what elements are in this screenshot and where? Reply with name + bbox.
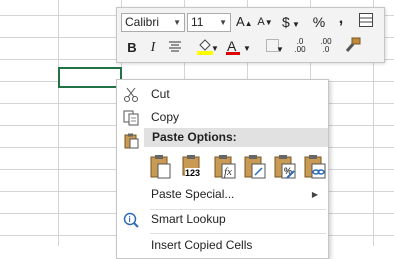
chevron-right-icon: ▶ — [311, 190, 318, 199]
paste-values-button[interactable]: 123 — [181, 154, 207, 182]
paste-formatting-button[interactable]: % — [273, 154, 299, 182]
bold-button[interactable]: B — [125, 39, 139, 57]
bold-label: B — [127, 40, 137, 55]
scissors-icon — [124, 87, 138, 102]
transpose-icon — [244, 155, 266, 179]
percent-label: % — [312, 14, 326, 30]
svg-text:i: i — [129, 215, 131, 224]
font-color-swatch — [226, 52, 240, 55]
chevron-down-icon: ▼ — [173, 18, 181, 27]
format-painter-button[interactable] — [343, 37, 363, 58]
menu-item-paste-special[interactable]: Paste Special... ▶ — [117, 183, 328, 206]
decrease-decimal-button[interactable]: .00 .0 — [315, 38, 337, 54]
paste-formatting-icon: % — [274, 155, 296, 179]
shrink-font-label: A — [257, 16, 265, 28]
paste-link-button[interactable] — [303, 154, 329, 182]
paste-options-label: Paste Options: — [152, 130, 237, 144]
paste-options-header: Paste Options: — [144, 128, 328, 147]
shrink-font-button[interactable]: A▼ — [257, 13, 273, 32]
menu-item-label: Paste Special... — [151, 187, 235, 201]
menu-item-smart-lookup[interactable]: i Smart Lookup — [117, 208, 328, 231]
currency-label: $ — [282, 14, 290, 30]
svg-text:fx: fx — [224, 166, 232, 178]
decrease-decimal-bottom: .0 — [322, 45, 330, 54]
paste-icon — [150, 155, 171, 179]
info-search-icon: i — [123, 212, 139, 228]
font-size-value: 11 — [191, 15, 204, 29]
paste-transpose-button[interactable] — [243, 154, 269, 182]
paste-formulas-icon: fx — [214, 155, 236, 179]
font-name-value: Calibri — [125, 15, 160, 29]
paste-button[interactable] — [149, 154, 175, 182]
menu-item-cut[interactable]: Cut — [117, 83, 328, 106]
italic-label: I — [150, 40, 156, 55]
grow-font-label: A — [236, 14, 245, 29]
link-icon — [304, 155, 326, 179]
paste-values-badge: 123 — [185, 168, 201, 178]
grow-font-button[interactable]: A▲ — [236, 13, 253, 33]
menu-item-label: Copy — [151, 110, 180, 124]
chevron-down-icon: ▼ — [219, 18, 227, 27]
format-painter-icon — [345, 37, 361, 52]
copy-icon — [123, 110, 139, 126]
align-center-icon — [169, 41, 181, 52]
align-center-button[interactable] — [167, 39, 183, 57]
menu-item-label: Cut — [151, 87, 170, 101]
comma-style-button[interactable]: , — [335, 10, 347, 28]
font-size-combo[interactable]: 11 ▼ — [187, 13, 231, 32]
comma-label: , — [338, 10, 344, 27]
selected-cell[interactable] — [58, 67, 122, 88]
fill-color-button[interactable]: ▼ — [192, 37, 219, 60]
paste-formulas-button[interactable]: fx — [213, 154, 239, 182]
mini-toolbar: Calibri ▼ 11 ▼ A▲ A▼ $ ▼ % , B I ▼ A ▼ ▼… — [116, 7, 385, 63]
increase-decimal-button[interactable]: .0 .00 — [289, 38, 311, 54]
borders-button[interactable]: ▼ — [261, 39, 284, 57]
menu-item-copy[interactable]: Copy — [117, 106, 328, 129]
font-name-combo[interactable]: Calibri ▼ — [121, 13, 185, 32]
increase-decimal-bottom: .00 — [294, 45, 306, 54]
format-cells-button[interactable] — [357, 13, 375, 32]
percent-button[interactable]: % — [311, 13, 327, 31]
context-menu: Cut Copy Paste Options: 123 fx % Paste S… — [116, 79, 329, 259]
menu-item-label: Smart Lookup — [151, 212, 226, 226]
table-icon — [359, 13, 373, 27]
clipboard-icon — [124, 133, 139, 149]
italic-button[interactable]: I — [147, 39, 159, 57]
currency-button[interactable]: $ ▼ — [281, 13, 301, 34]
